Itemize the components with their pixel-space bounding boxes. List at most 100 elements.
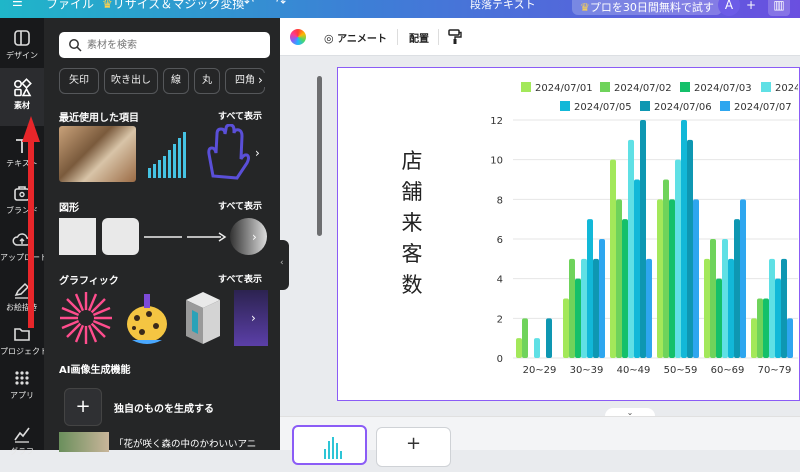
- chart[interactable]: 店舗来客数 0 2 4 6 8 10 12 20~29 30~39 40~49 50~59 60~69 7…: [338, 68, 800, 399]
- chip-line[interactable]: 線: [163, 68, 189, 94]
- bar: [575, 278, 581, 358]
- editor-toolbar: ◎ アニメート 配置: [280, 18, 800, 56]
- legend-swatch: [560, 101, 570, 111]
- graphic-isometric-letter[interactable]: [178, 290, 228, 346]
- bar: [563, 298, 569, 358]
- x-tick-label: 70~79: [758, 365, 792, 376]
- recent-see-all[interactable]: すべて表示: [218, 109, 262, 122]
- pages-strip: +: [280, 416, 800, 467]
- bar: [622, 219, 628, 358]
- recent-photo-store[interactable]: [59, 126, 136, 182]
- bar: [628, 139, 634, 358]
- panel-collapse-tab[interactable]: ‹: [279, 240, 289, 290]
- bar: [722, 239, 728, 358]
- hand-icon[interactable]: [199, 124, 251, 182]
- shape-line[interactable]: [144, 232, 184, 242]
- legend-swatch: [600, 82, 610, 92]
- shape-circle[interactable]: [230, 218, 267, 255]
- bar: [581, 258, 587, 358]
- legend-label: 2024/07/06: [654, 102, 712, 113]
- chip-speech-bubble[interactable]: 吹き出し: [104, 68, 158, 94]
- bar: [657, 199, 663, 358]
- bar: [781, 258, 787, 358]
- recent-next-icon[interactable]: ›: [255, 146, 260, 160]
- ai-result-label[interactable]: 「花が咲く森の中のかわいいアニ: [114, 436, 256, 450]
- animate-label: アニメート: [337, 34, 387, 45]
- graphics-see-all[interactable]: すべて表示: [218, 272, 262, 285]
- bar: [769, 258, 775, 358]
- legend-label: 2024/07/04: [775, 83, 798, 94]
- file-menu[interactable]: ファイル: [46, 0, 94, 12]
- bar: [587, 219, 593, 358]
- crown-icon: ♛: [580, 1, 590, 14]
- undo-icon[interactable]: ↶: [244, 0, 254, 9]
- y-tick-label: 8: [497, 195, 503, 206]
- add-page-button[interactable]: +: [376, 427, 451, 467]
- arrange-button[interactable]: 配置: [409, 30, 429, 45]
- recent-bar-graphic[interactable]: [146, 130, 190, 180]
- search-input[interactable]: [87, 36, 262, 54]
- graphics-section-title: グラフィック: [59, 276, 119, 287]
- shapes-next-icon[interactable]: ›: [252, 230, 257, 244]
- page-thumbnail[interactable]: [292, 425, 367, 465]
- graphics-next-icon[interactable]: ›: [251, 311, 256, 325]
- shape-rounded-square[interactable]: [102, 218, 139, 255]
- legend-label: 2024/07/07: [734, 102, 792, 113]
- side-rail: デザイン 素材 テキスト ブランド アップロード お絵描き プロジェクト アプリ…: [0, 18, 44, 456]
- shape-square[interactable]: [59, 218, 96, 255]
- paint-roller-icon[interactable]: [448, 29, 462, 45]
- pro-trial-button[interactable]: ♛プロを30日間無料で試す: [572, 0, 722, 15]
- chart-title-char: 舗: [402, 180, 423, 204]
- bar: [634, 179, 640, 358]
- rail-item-apps[interactable]: アプリ: [0, 358, 44, 416]
- animate-button[interactable]: ◎ アニメート: [324, 30, 387, 45]
- chart-icon: [14, 427, 30, 443]
- x-tick-label: 20~29: [523, 365, 557, 376]
- ai-generate-label[interactable]: 独自のものを生成する: [114, 400, 214, 415]
- ai-generate-button[interactable]: +: [64, 388, 102, 426]
- bar: [704, 258, 710, 358]
- chart-title-char: 数: [402, 273, 423, 297]
- legend-swatch: [761, 82, 771, 92]
- chip-circle[interactable]: 丸: [194, 68, 220, 94]
- bar: [546, 318, 552, 358]
- graphic-leopard-figure[interactable]: [122, 290, 172, 346]
- panel-scrollbar[interactable]: [317, 76, 322, 236]
- elements-icon: [13, 78, 32, 97]
- toolbar-divider: [397, 29, 398, 45]
- design-canvas[interactable]: 店舗来客数 0 2 4 6 8 10 12 20~29 30~39 40~49 50~59 60~69 7…: [337, 67, 800, 401]
- share-plus-button[interactable]: +: [740, 0, 762, 16]
- elements-panel: 矢印 吹き出し 線 丸 四角 › 最近使用した項目 すべて表示 › 図形 すべて…: [44, 18, 322, 452]
- graphic-pink-burst[interactable]: [58, 290, 114, 346]
- color-wheel-icon[interactable]: [290, 29, 306, 45]
- search-box[interactable]: [59, 32, 270, 58]
- insights-icon[interactable]: ▥: [768, 0, 790, 16]
- bar: [740, 199, 746, 358]
- menu-icon[interactable]: ☰: [12, 0, 23, 9]
- recent-section-title: 最近使用した項目: [59, 113, 139, 124]
- legend-label: 2024/07/03: [694, 83, 752, 94]
- legend-label: 2024/07/01: [535, 83, 593, 94]
- legend-swatch: [680, 82, 690, 92]
- rail-label: アプリ: [10, 391, 34, 400]
- avatar[interactable]: A: [718, 0, 740, 16]
- bar: [599, 239, 605, 358]
- bar: [663, 179, 669, 358]
- rail-label: グラフ: [10, 447, 34, 456]
- ai-result-thumbnail[interactable]: [59, 432, 109, 452]
- chip-arrow[interactable]: 矢印: [59, 68, 99, 94]
- bar: [681, 120, 687, 358]
- shape-arrow-line[interactable]: [187, 232, 227, 242]
- bar: [646, 258, 652, 358]
- ai-section-title: AI画像生成機能: [59, 365, 131, 376]
- shapes-see-all[interactable]: すべて表示: [218, 199, 262, 212]
- resize-button[interactable]: ♛リサイズ＆マジック変換: [102, 0, 244, 12]
- y-tick-label: 4: [497, 275, 503, 286]
- chips-next-icon[interactable]: ›: [254, 73, 267, 87]
- bar: [716, 278, 722, 358]
- x-tick-label: 60~69: [711, 365, 745, 376]
- rail-item-charts[interactable]: グラフ: [0, 414, 44, 472]
- bar: [775, 278, 781, 358]
- redo-icon[interactable]: ↷: [276, 0, 286, 9]
- bar: [516, 338, 522, 358]
